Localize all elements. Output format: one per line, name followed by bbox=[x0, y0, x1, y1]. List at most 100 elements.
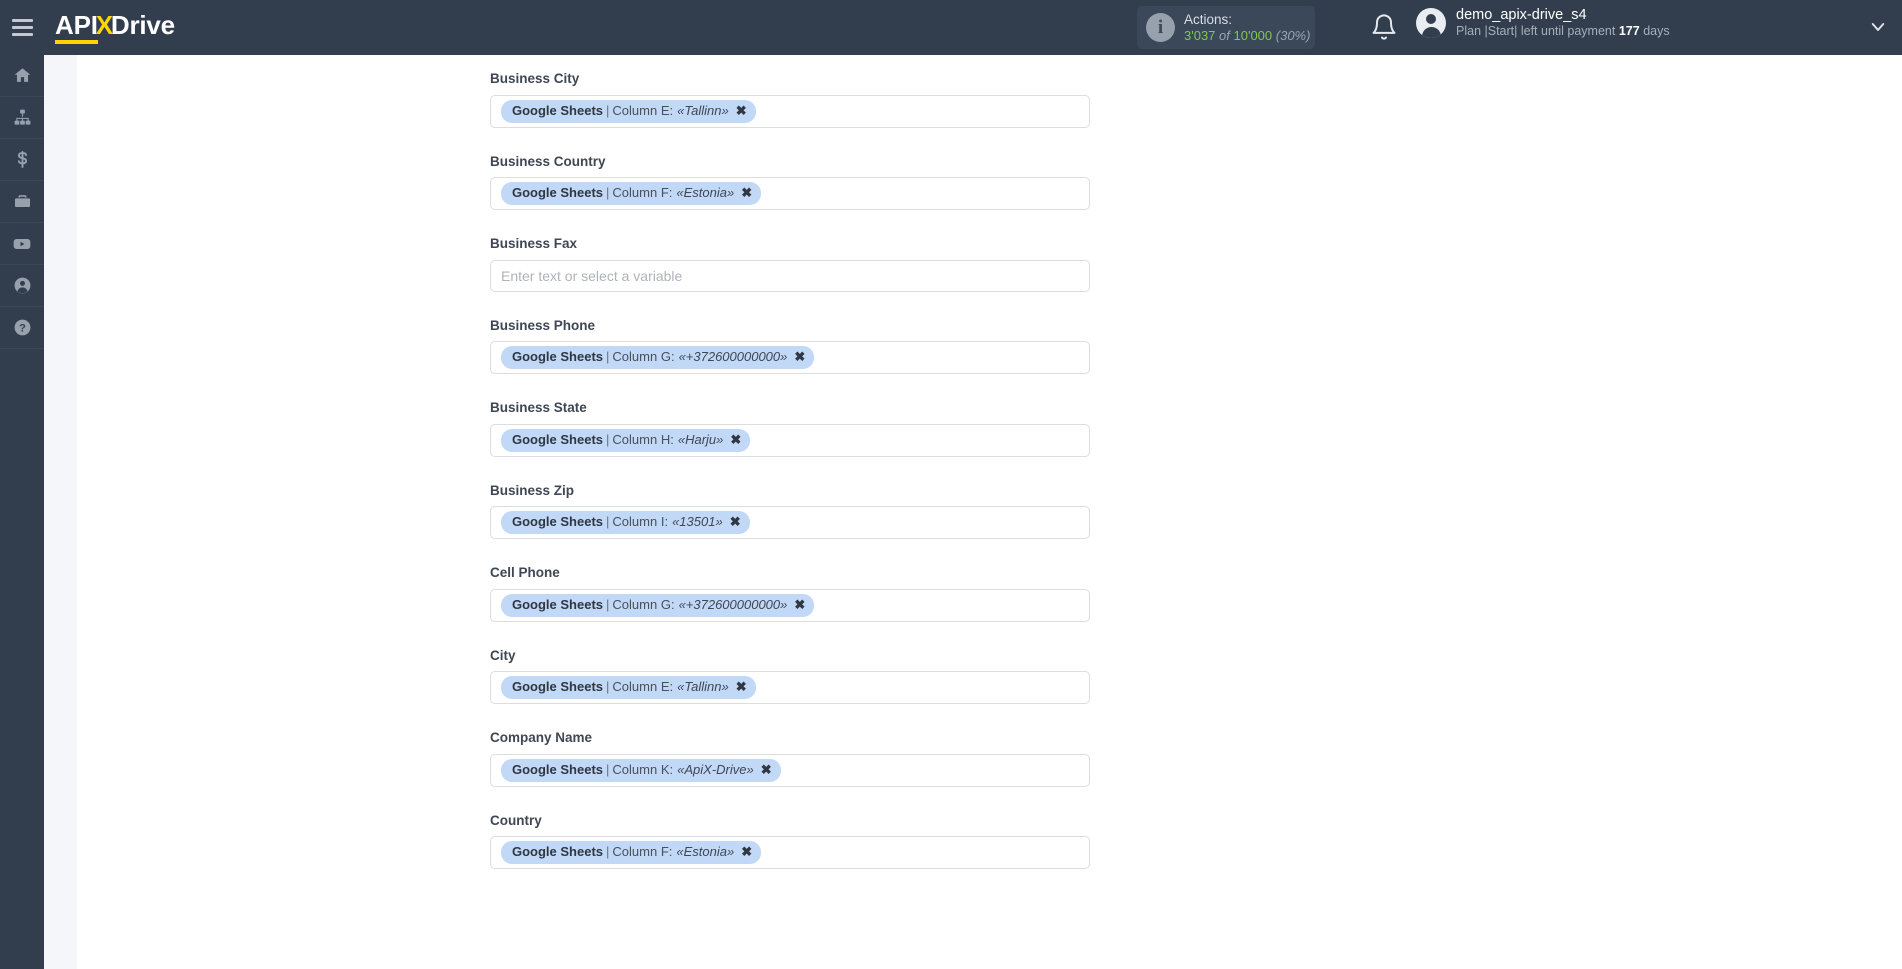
variable-input[interactable]: Google Sheets | Column F: «Estonia» ✖ bbox=[490, 177, 1090, 210]
chip-separator: | bbox=[606, 102, 610, 118]
variable-chip: Google Sheets | Column F: «Estonia» ✖ bbox=[501, 841, 762, 864]
plan-suffix: days bbox=[1643, 24, 1670, 39]
form-field: Business Zip Google Sheets | Column I: «13… bbox=[490, 482, 1110, 539]
chip-value: «Harju» bbox=[677, 431, 724, 447]
chip-source: Google Sheets bbox=[512, 431, 604, 447]
chip-separator: | bbox=[606, 679, 610, 694]
chip-separator: | bbox=[606, 514, 610, 529]
variable-chip: Google Sheets | Column I: «13501» ✖ bbox=[501, 511, 750, 534]
variable-chip: Google Sheets | Column E: «Tallinn» ✖ bbox=[501, 676, 756, 699]
chip-value: «Estonia» bbox=[676, 185, 735, 200]
field-label: Business Zip bbox=[490, 482, 575, 498]
actions-counter-badge[interactable]: i Actions: 3'037 of 10'000 (30%) bbox=[1137, 6, 1315, 49]
field-mapping-form: Business City Google Sheets | Column E: «T… bbox=[490, 55, 1110, 869]
chip-remove-icon[interactable]: ✖ bbox=[741, 844, 752, 860]
chip-source: Google Sheets bbox=[512, 679, 604, 694]
variable-input[interactable]: Google Sheets | Column E: «Tallinn» ✖ bbox=[490, 94, 1090, 128]
chip-column: Column F: bbox=[612, 185, 673, 200]
user-name: demo_apix-drive_s4 bbox=[1456, 7, 1587, 23]
sidebar-item-home[interactable] bbox=[0, 55, 44, 97]
sidebar-item-video[interactable] bbox=[0, 223, 44, 265]
chip-remove-icon[interactable]: ✖ bbox=[761, 762, 772, 778]
actions-usage: 3'037 of 10'000 (30%) bbox=[1184, 28, 1310, 44]
actions-used: 3'037 bbox=[1184, 27, 1216, 43]
chip-separator: | bbox=[606, 844, 610, 859]
chip-remove-icon[interactable]: ✖ bbox=[730, 514, 741, 530]
variable-chip: Google Sheets | Column G: «+372600000000»… bbox=[501, 346, 815, 369]
form-field: Country Google Sheets | Column F: «Estonia… bbox=[490, 813, 1110, 869]
logo-text-api: API bbox=[55, 12, 98, 44]
chip-column: Column G: bbox=[612, 349, 675, 364]
chip-remove-icon[interactable]: ✖ bbox=[730, 432, 741, 448]
chevron-down-icon[interactable] bbox=[1869, 18, 1887, 41]
chip-value: «Estonia» bbox=[676, 844, 735, 859]
chip-remove-icon[interactable]: ✖ bbox=[736, 103, 747, 119]
field-label: Business City bbox=[490, 71, 580, 86]
chip-separator: | bbox=[606, 596, 610, 612]
user-info: demo_apix-drive_s4 Plan |Start| left unt… bbox=[1456, 6, 1670, 40]
account-icon bbox=[13, 276, 32, 295]
home-icon bbox=[13, 66, 32, 85]
variable-input[interactable]: Google Sheets | Column F: «Estonia» ✖ bbox=[490, 836, 1090, 869]
chip-column: Column F: bbox=[612, 844, 673, 859]
form-field: Business Fax Enter text or select a varia… bbox=[490, 237, 1110, 292]
sidebar-item-connections[interactable] bbox=[0, 97, 44, 139]
chip-column: Column I: bbox=[612, 514, 669, 529]
chip-remove-icon[interactable]: ✖ bbox=[794, 597, 805, 613]
variable-chip: Google Sheets | Column K: «ApiX-Drive» ✖ bbox=[501, 758, 781, 782]
main-content-area: Business City Google Sheets | Column E: «T… bbox=[77, 55, 1902, 969]
svg-text:?: ? bbox=[19, 322, 26, 334]
chip-remove-icon[interactable]: ✖ bbox=[741, 185, 752, 201]
sidebar-item-account[interactable] bbox=[0, 265, 44, 307]
actions-counter-text: Actions: 3'037 of 10'000 (30%) bbox=[1184, 12, 1310, 44]
actions-percent: (30%) bbox=[1275, 27, 1311, 43]
field-label: Business Country bbox=[490, 153, 606, 169]
info-icon: i bbox=[1146, 13, 1175, 42]
sidebar-item-business[interactable] bbox=[0, 181, 44, 223]
sidebar-item-billing[interactable] bbox=[0, 139, 44, 181]
form-field: Cell Phone Google Sheets | Column G: «+372… bbox=[490, 566, 1110, 622]
chip-value: «+372600000000» bbox=[678, 349, 788, 364]
variable-input[interactable]: Google Sheets | Column K: «ApiX-Drive» ✖ bbox=[490, 753, 1090, 787]
form-field: Company Name Google Sheets | Column K: «Ap… bbox=[490, 731, 1110, 787]
field-label: Business Phone bbox=[490, 317, 596, 333]
chip-source: Google Sheets bbox=[512, 844, 604, 859]
youtube-icon bbox=[12, 234, 32, 254]
field-label: Cell Phone bbox=[490, 565, 560, 580]
logo-text-drive: Drive bbox=[110, 9, 175, 40]
form-field: Business Phone Google Sheets | Column G: «… bbox=[490, 317, 1110, 374]
apix-drive-logo[interactable]: API X Drive bbox=[55, 12, 175, 44]
dollar-icon bbox=[13, 150, 32, 169]
variable-chip: Google Sheets | Column E: «Tallinn» ✖ bbox=[501, 99, 756, 123]
variable-input[interactable]: Google Sheets | Column G: «+372600000000»… bbox=[490, 588, 1090, 622]
chip-remove-icon[interactable]: ✖ bbox=[736, 679, 747, 695]
plan-days: 177 bbox=[1618, 24, 1640, 39]
bell-icon[interactable] bbox=[1370, 13, 1398, 41]
variable-chip: Google Sheets | Column G: «+372600000000»… bbox=[501, 593, 815, 617]
variable-input[interactable]: Google Sheets | Column I: «13501» ✖ bbox=[490, 506, 1090, 539]
variable-input[interactable]: Enter text or select a variable bbox=[490, 259, 1090, 292]
chip-value: «Tallinn» bbox=[677, 679, 729, 694]
actions-label: Actions: bbox=[1184, 11, 1233, 27]
field-label: Business Fax bbox=[490, 236, 578, 251]
hamburger-menu-icon[interactable] bbox=[0, 0, 44, 55]
actions-of: of bbox=[1219, 27, 1230, 43]
form-field: Business City Google Sheets | Column E: «T… bbox=[490, 72, 1110, 128]
avatar-icon bbox=[1416, 7, 1446, 38]
left-icon-rail: ? bbox=[0, 55, 44, 969]
user-account-menu[interactable]: demo_apix-drive_s4 Plan |Start| left unt… bbox=[1416, 6, 1670, 40]
chip-column: Column E: bbox=[612, 102, 674, 118]
chip-separator: | bbox=[606, 761, 610, 777]
input-placeholder: Enter text or select a variable bbox=[501, 267, 683, 284]
chip-column: Column K: bbox=[612, 761, 674, 777]
logo-text-x: X bbox=[95, 9, 113, 40]
hamburger-bar bbox=[11, 19, 33, 22]
form-field: Business State Google Sheets | Column H: «… bbox=[490, 401, 1110, 457]
variable-input[interactable]: Google Sheets | Column E: «Tallinn» ✖ bbox=[490, 671, 1090, 704]
chip-remove-icon[interactable]: ✖ bbox=[794, 349, 805, 365]
chip-column: Column H: bbox=[612, 431, 674, 447]
variable-input[interactable]: Google Sheets | Column G: «+372600000000»… bbox=[490, 341, 1090, 374]
variable-input[interactable]: Google Sheets | Column H: «Harju» ✖ bbox=[490, 423, 1090, 457]
sidebar-item-help[interactable]: ? bbox=[0, 307, 44, 349]
briefcase-icon bbox=[13, 192, 32, 211]
